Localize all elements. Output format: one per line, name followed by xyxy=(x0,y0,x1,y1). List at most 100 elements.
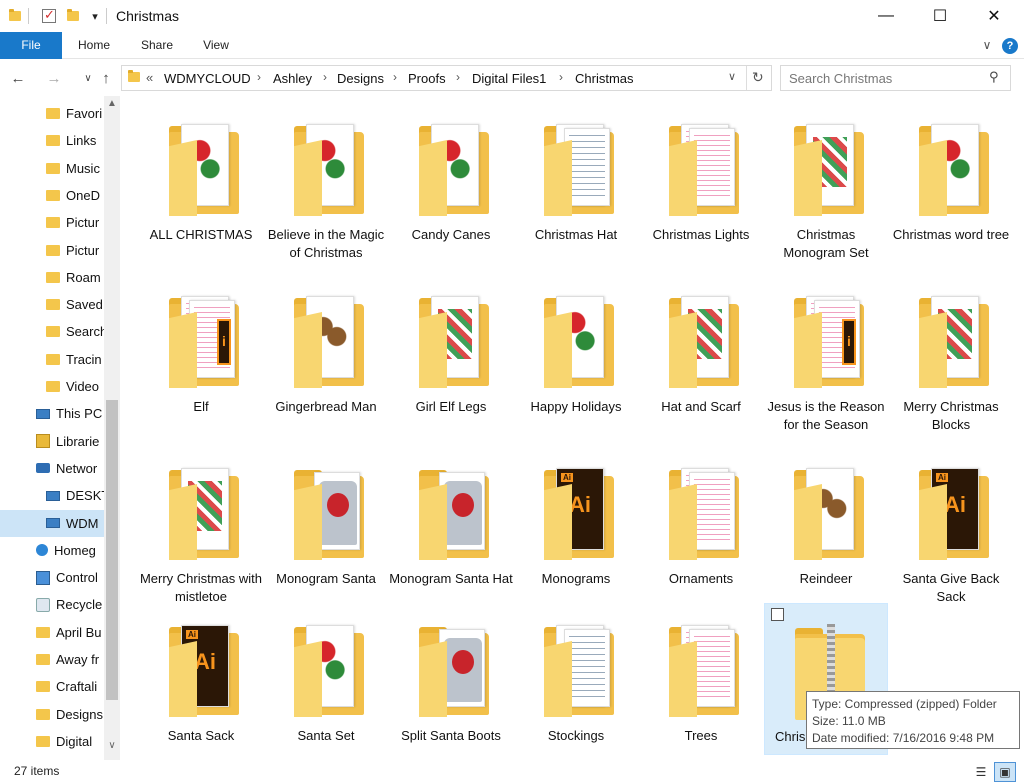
nav-item[interactable]: Craftali xyxy=(0,673,104,700)
nav-item[interactable]: Saved xyxy=(0,291,104,318)
customize-quick-access-icon[interactable]: ▾ xyxy=(86,7,104,25)
breadcrumb-separator-icon[interactable]: › xyxy=(393,70,397,84)
folder-icon xyxy=(46,189,60,201)
scroll-down-icon[interactable]: ∨ xyxy=(104,740,120,754)
folder-item[interactable]: Merry Christmas with mistletoe xyxy=(139,446,263,616)
folder-item[interactable]: ALL CHRISTMAS xyxy=(139,102,263,272)
recent-locations-chevron-icon[interactable]: ∨ xyxy=(78,68,98,88)
nav-item[interactable]: Pictur xyxy=(0,237,104,264)
up-arrow-icon[interactable]: ↑ xyxy=(96,68,116,88)
tab-view[interactable]: View xyxy=(192,32,240,59)
nav-item[interactable]: Favori xyxy=(0,100,104,127)
maximize-button[interactable]: ☐ xyxy=(917,0,963,32)
nav-item[interactable]: Digital xyxy=(0,728,104,755)
folder-item[interactable]: Merry Christmas Blocks xyxy=(889,274,1013,444)
folder-item[interactable]: Christmas Monogram Set xyxy=(764,102,888,272)
tab-file[interactable]: File xyxy=(0,32,62,59)
folder-icon xyxy=(786,122,866,222)
search-box[interactable]: ⚲ xyxy=(780,65,1011,91)
minimize-button[interactable]: — xyxy=(863,0,909,32)
nav-item[interactable]: Designs xyxy=(0,701,104,728)
folder-item[interactable]: Ai Ai Monograms xyxy=(514,446,638,616)
nav-scrollbar[interactable]: ▲ ∨ xyxy=(104,96,120,760)
nav-item[interactable]: Control xyxy=(0,564,104,591)
nav-item[interactable]: This PC xyxy=(0,400,104,427)
scrollbar-thumb[interactable] xyxy=(106,400,118,700)
nav-item[interactable]: DESKT xyxy=(0,482,104,509)
nav-item[interactable]: Roam xyxy=(0,264,104,291)
breadcrumb-separator-icon[interactable]: › xyxy=(257,70,261,84)
search-icon[interactable]: ⚲ xyxy=(989,69,999,85)
folder-item[interactable]: Gingerbread Man xyxy=(264,274,388,444)
folder-item[interactable]: Jesus is the Reason for the Season xyxy=(764,274,888,444)
properties-icon[interactable] xyxy=(40,7,58,25)
folder-item[interactable]: Candy Canes xyxy=(389,102,513,272)
folder-item[interactable]: Christmas Lights xyxy=(639,102,763,272)
folder-item[interactable]: Ai Ai Santa Give Back Sack xyxy=(889,446,1013,616)
breadcrumb-christmas[interactable]: Christmas xyxy=(575,71,634,86)
folder-item[interactable]: Reindeer xyxy=(764,446,888,616)
folder-item[interactable]: Split Santa Boots xyxy=(389,603,513,773)
large-icons-view-icon[interactable]: ▣ xyxy=(994,762,1016,782)
lib-icon xyxy=(36,434,50,449)
back-arrow-icon[interactable]: ← xyxy=(8,68,28,88)
close-button[interactable]: ✕ xyxy=(971,0,1017,32)
folder-item[interactable]: Girl Elf Legs xyxy=(389,274,513,444)
search-input[interactable] xyxy=(789,70,984,87)
overflow-icon[interactable]: « xyxy=(146,70,153,85)
nav-item[interactable]: Recycle xyxy=(0,591,104,618)
nav-item[interactable]: Links xyxy=(0,127,104,154)
refresh-icon[interactable]: ↻ xyxy=(752,69,764,86)
folder-item[interactable]: Happy Holidays xyxy=(514,274,638,444)
nav-item[interactable]: Music xyxy=(0,155,104,182)
nav-item[interactable]: Away fr xyxy=(0,646,104,673)
folder-icon xyxy=(286,294,366,394)
folder-item[interactable]: Ornaments xyxy=(639,446,763,616)
folder-item[interactable]: Hat and Scarf xyxy=(639,274,763,444)
breadcrumb-designs[interactable]: Designs xyxy=(337,71,384,86)
folder-item[interactable]: Trees xyxy=(639,603,763,773)
new-folder-icon[interactable] xyxy=(64,7,82,25)
forward-arrow-icon[interactable]: → xyxy=(44,68,64,88)
nav-item[interactable]: Homeg xyxy=(0,537,104,564)
details-view-icon[interactable]: ☰ xyxy=(970,762,992,782)
tab-share[interactable]: Share xyxy=(130,32,184,59)
folder-item[interactable]: Stockings xyxy=(514,603,638,773)
folder-item[interactable]: Santa Set xyxy=(264,603,388,773)
nav-item[interactable]: Networ xyxy=(0,455,104,482)
folder-item[interactable]: Monogram Santa Hat xyxy=(389,446,513,616)
nav-item-label: Video xyxy=(66,379,100,394)
folder-item[interactable]: Monogram Santa xyxy=(264,446,388,616)
folder-item[interactable]: Christmas word tree xyxy=(889,102,1013,272)
folder-item[interactable]: Christmas Hat xyxy=(514,102,638,272)
select-checkbox[interactable] xyxy=(771,608,784,621)
nav-item[interactable]: Search xyxy=(0,318,104,345)
folder-item[interactable]: Believe in the Magic of Christmas xyxy=(264,102,388,272)
address-dropdown-chevron-icon[interactable]: ∨ xyxy=(728,70,736,83)
nav-item[interactable]: OneD xyxy=(0,182,104,209)
nav-item[interactable]: Video xyxy=(0,373,104,400)
breadcrumb-ashley[interactable]: Ashley xyxy=(273,71,312,86)
breadcrumb-separator-icon[interactable]: › xyxy=(559,70,563,84)
breadcrumb-wdmycloud[interactable]: WDMYCLOUD xyxy=(164,71,251,86)
folder-icon xyxy=(46,217,60,229)
help-icon[interactable]: ? xyxy=(1002,38,1018,54)
tab-home[interactable]: Home xyxy=(68,32,120,59)
home-icon xyxy=(36,544,48,557)
nav-item[interactable]: Librarie xyxy=(0,428,104,455)
navigation-pane[interactable]: Digital Designs Craftali Away fr April Bu Rec… xyxy=(0,96,120,760)
breadcrumb-proofs[interactable]: Proofs xyxy=(408,71,446,86)
nav-item-label: Pictur xyxy=(66,242,100,258)
scroll-up-icon[interactable]: ▲ xyxy=(104,98,120,112)
folder-item[interactable]: Ai Ai Santa Sack xyxy=(139,603,263,773)
breadcrumb-digital-files1[interactable]: Digital Files1 xyxy=(472,71,546,86)
breadcrumb-separator-icon[interactable]: › xyxy=(456,70,460,84)
chevron-down-icon[interactable]: ∨ xyxy=(978,36,996,54)
folder-item[interactable]: Elf xyxy=(139,274,263,444)
address-bar[interactable]: « WDMYCLOUD › Ashley › Designs › Proofs … xyxy=(121,65,772,91)
nav-item[interactable]: Tracin xyxy=(0,346,104,373)
nav-item[interactable]: April Bu xyxy=(0,619,104,646)
nav-item[interactable]: Pictur xyxy=(0,209,104,236)
breadcrumb-separator-icon[interactable]: › xyxy=(323,70,327,84)
nav-item[interactable]: WDM xyxy=(0,509,104,537)
